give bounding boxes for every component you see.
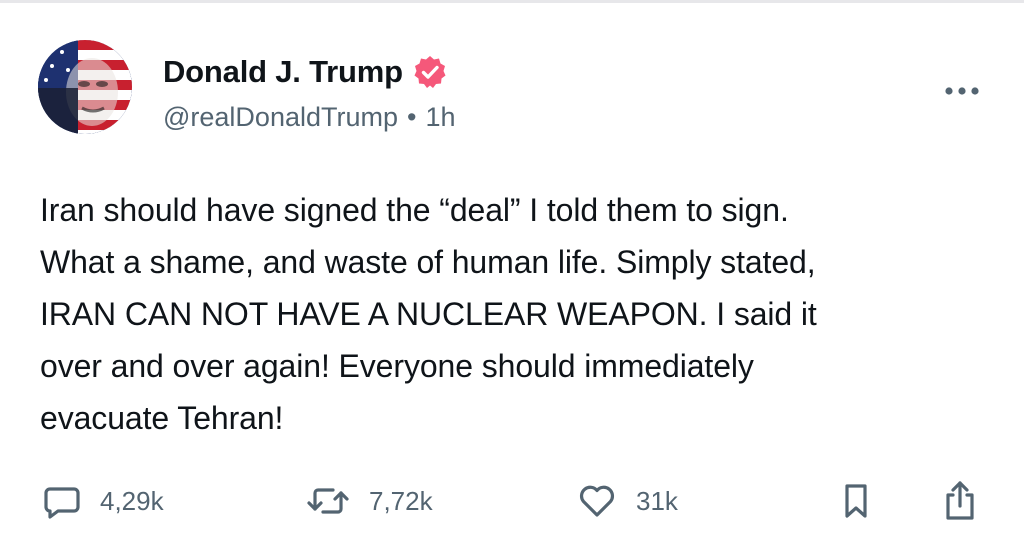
reply-button[interactable]: 4,29k	[42, 476, 164, 526]
author-display-name[interactable]: Donald J. Trump	[163, 54, 403, 90]
name-row: Donald J. Trump	[163, 52, 456, 92]
verified-badge-icon	[412, 54, 448, 90]
post-actions-bar: 4,29k 7,72k 31k	[0, 476, 1024, 526]
like-button[interactable]: 31k	[576, 476, 678, 526]
meta-separator: •	[407, 102, 417, 132]
comment-icon	[44, 487, 80, 519]
handle-row: @realDonaldTrump • 1h	[163, 102, 456, 133]
heart-icon	[579, 485, 615, 517]
avatar-image	[38, 40, 132, 134]
share-icon	[946, 481, 974, 520]
author-handle[interactable]: @realDonaldTrump	[163, 102, 398, 133]
top-divider	[0, 0, 1024, 3]
post-text-line: over and over again! Everyone should imm…	[40, 348, 754, 384]
more-options-button[interactable]	[940, 76, 984, 106]
post-text-line: evacuate Tehran!	[40, 400, 284, 436]
reply-count: 4,29k	[100, 485, 164, 516]
post-text-line: What a shame, and waste of human life. S…	[40, 244, 816, 280]
ellipsis-icon	[945, 87, 979, 95]
post-header: Donald J. Trump @realDonaldTrump • 1h	[163, 52, 456, 133]
bookmark-button[interactable]	[836, 476, 876, 526]
repost-icon	[307, 488, 349, 514]
like-count: 31k	[636, 485, 678, 516]
repost-count: 7,72k	[369, 485, 433, 516]
repost-button[interactable]: 7,72k	[305, 476, 433, 526]
post-text: Iran should have signed the “deal” I tol…	[40, 184, 1000, 444]
bookmark-icon	[845, 484, 867, 518]
post-text-line: IRAN CAN NOT HAVE A NUCLEAR WEAPON. I sa…	[40, 296, 817, 332]
post-timestamp[interactable]: 1h	[425, 102, 455, 133]
share-button[interactable]	[940, 476, 980, 526]
post-text-line: Iran should have signed the “deal” I tol…	[40, 192, 789, 228]
avatar[interactable]	[38, 40, 132, 134]
